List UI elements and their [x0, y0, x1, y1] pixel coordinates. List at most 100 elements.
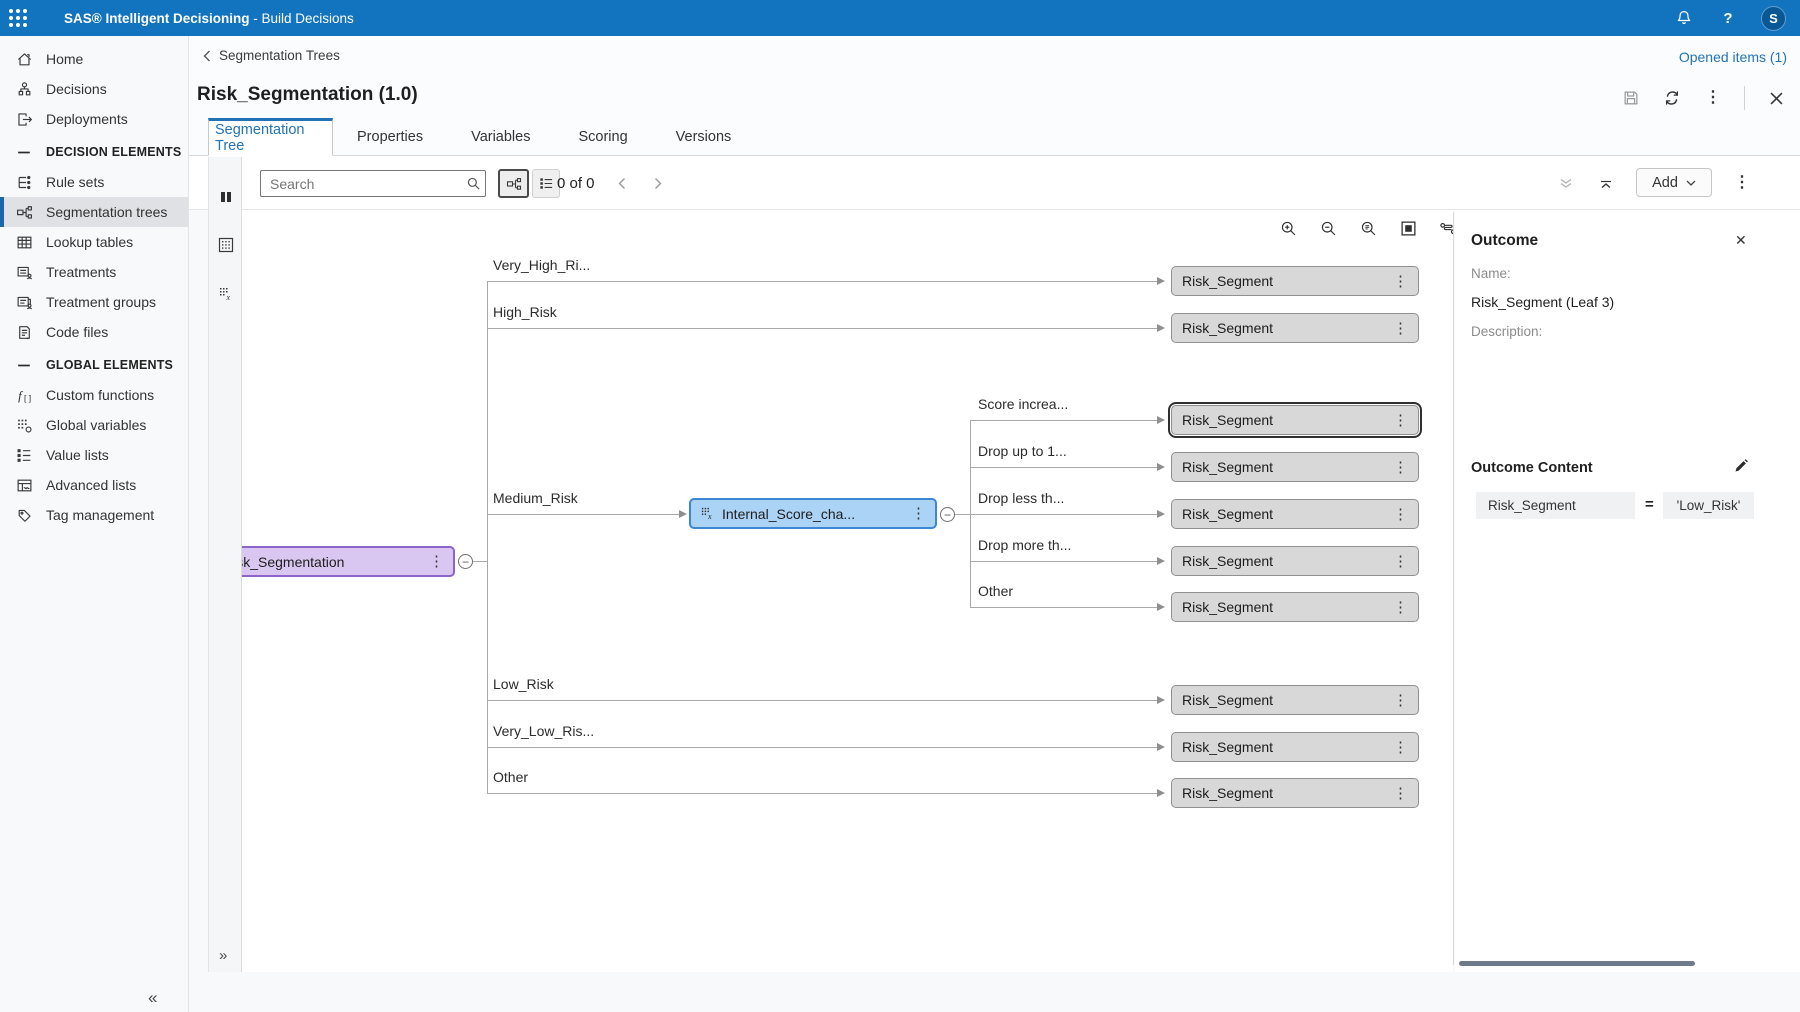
node-kebab-icon[interactable]: ⋮ [1393, 507, 1408, 522]
leaf-node[interactable]: Risk_Segment ⋮ [1171, 592, 1419, 622]
previous-match-icon[interactable] [612, 173, 632, 193]
branch-label[interactable]: Very_Low_Ris... [493, 723, 594, 739]
branch-label[interactable]: Other [978, 583, 1013, 599]
tab-versions[interactable]: Versions [652, 118, 756, 156]
branch-line [970, 514, 1157, 515]
opened-items-link[interactable]: Opened items (1) [1679, 49, 1787, 65]
outcome-variable-field[interactable]: Risk_Segment [1476, 492, 1635, 519]
leaf-node[interactable]: Risk_Segment ⋮ [1171, 266, 1419, 296]
user-avatar[interactable]: S [1761, 6, 1786, 31]
leaf-node[interactable]: Risk_Segment ⋮ [1171, 732, 1419, 762]
data-grid-panel-icon[interactable] [217, 236, 235, 254]
node-kebab-icon[interactable]: ⋮ [1393, 600, 1408, 615]
sidebar-item-decisions[interactable]: Decisions [0, 74, 188, 104]
sidebar-item-tag-management[interactable]: Tag management [0, 500, 188, 530]
code-files-icon [15, 323, 33, 341]
app-context: - Build Decisions [253, 11, 354, 26]
panels-toggle-icon[interactable] [217, 188, 235, 206]
node-kebab-icon[interactable]: ⋮ [1393, 460, 1408, 475]
sidebar-item-treatments[interactable]: Treatments [0, 257, 188, 287]
refresh-icon[interactable] [1662, 88, 1682, 108]
sidebar-item-deployments[interactable]: Deployments [0, 104, 188, 134]
sidebar-item-treatment-groups[interactable]: Treatment groups [0, 287, 188, 317]
sidebar-item-advanced-lists[interactable]: Advanced lists [0, 470, 188, 500]
node-kebab-icon[interactable]: ⋮ [1393, 321, 1408, 336]
outcome-value-field[interactable]: 'Low_Risk' [1663, 492, 1754, 519]
leaf-node[interactable]: Risk_Segment ⋮ [1171, 452, 1419, 482]
breadcrumb[interactable]: Segmentation Trees [203, 48, 340, 63]
node-kebab-icon[interactable]: ⋮ [1393, 274, 1408, 289]
node-kebab-icon[interactable]: ⋮ [1393, 554, 1408, 569]
toolbar-kebab-icon[interactable]: ⋮ [1732, 173, 1752, 193]
svg-text:x: x [226, 293, 231, 302]
sidebar-item-label: Rule sets [46, 174, 104, 190]
clear-filter-icon[interactable] [1556, 173, 1576, 193]
variables-panel-icon[interactable]: x [217, 285, 235, 303]
leaf-node-selected[interactable]: Risk_Segment ⋮ [1171, 405, 1419, 435]
tab-scoring[interactable]: Scoring [554, 118, 651, 156]
close-item-icon[interactable] [1766, 88, 1786, 108]
search-input[interactable] [261, 176, 461, 192]
tree-view-toggle[interactable] [498, 169, 529, 198]
node-kebab-icon[interactable]: ⋮ [911, 506, 926, 521]
leaf-node[interactable]: Risk_Segment ⋮ [1171, 778, 1419, 808]
collapse-all-icon[interactable] [1596, 173, 1616, 193]
branch-label[interactable]: Drop up to 1... [978, 443, 1067, 459]
root-node[interactable]: Risk_Segmentation ⋮ [242, 546, 455, 577]
sidebar-item-custom-functions[interactable]: f [ ] Custom functions [0, 380, 188, 410]
sidebar-item-global-variables[interactable]: Global variables [0, 410, 188, 440]
tab-segmentation-tree[interactable]: Segmentation Tree [208, 118, 333, 156]
collapse-node-button[interactable]: − [458, 554, 473, 569]
edit-pencil-icon[interactable] [1733, 458, 1749, 474]
fit-to-window-icon[interactable] [1398, 218, 1418, 238]
notifications-bell-icon[interactable] [1673, 7, 1695, 29]
help-icon[interactable]: ? [1717, 7, 1739, 29]
leaf-node[interactable]: Risk_Segment ⋮ [1171, 546, 1419, 576]
zoom-reset-icon[interactable] [1358, 218, 1378, 238]
zoom-out-icon[interactable] [1318, 218, 1338, 238]
panel-close-icon[interactable]: ✕ [1735, 232, 1747, 249]
sidebar-item-lookup-tables[interactable]: Lookup tables [0, 227, 188, 257]
node-kebab-icon[interactable]: ⋮ [1393, 693, 1408, 708]
branch-label[interactable]: Other [493, 769, 528, 785]
horizontal-scrollbar[interactable] [1459, 961, 1695, 966]
node-kebab-icon[interactable]: ⋮ [429, 554, 444, 569]
internal-score-node[interactable]: x Internal_Score_cha... ⋮ [689, 498, 937, 529]
zoom-in-icon[interactable] [1278, 218, 1298, 238]
add-button[interactable]: Add [1636, 168, 1712, 197]
branch-label[interactable]: High_Risk [493, 304, 557, 320]
sidebar-item-segmentation-trees[interactable]: Segmentation trees [0, 197, 188, 227]
branch-label[interactable]: Drop more th... [978, 537, 1071, 553]
node-kebab-icon[interactable]: ⋮ [1393, 786, 1408, 801]
leaf-node[interactable]: Risk_Segment ⋮ [1171, 499, 1419, 529]
arrowhead [1157, 743, 1165, 751]
expand-panel-button[interactable]: » [219, 947, 227, 964]
tab-properties[interactable]: Properties [333, 118, 447, 156]
more-options-kebab-icon[interactable]: ⋮ [1703, 88, 1723, 108]
search-icon[interactable] [461, 176, 485, 191]
tab-variables[interactable]: Variables [447, 118, 554, 156]
list-view-toggle[interactable] [532, 169, 560, 198]
sidebar-collapse-button[interactable]: « [148, 988, 157, 1008]
sidebar-item-home[interactable]: Home [0, 44, 188, 74]
branch-label[interactable]: Medium_Risk [493, 490, 578, 506]
apps-grid-icon[interactable] [0, 0, 36, 36]
branch-label[interactable]: Low_Risk [493, 676, 554, 692]
sidebar-item-label: Custom functions [46, 387, 154, 403]
branch-label[interactable]: Very_High_Ri... [493, 257, 590, 273]
connector-routing-icon[interactable] [1438, 218, 1453, 238]
sidebar-item-rule-sets[interactable]: Rule sets [0, 167, 188, 197]
node-kebab-icon[interactable]: ⋮ [1393, 740, 1408, 755]
tree-canvas[interactable]: Risk_Segmentation ⋮ − Very_High_Ri... Hi… [242, 210, 1453, 972]
leaf-node[interactable]: Risk_Segment ⋮ [1171, 313, 1419, 343]
sidebar-item-code-files[interactable]: Code files [0, 317, 188, 347]
branch-label[interactable]: Score increa... [978, 396, 1068, 412]
node-kebab-icon[interactable]: ⋮ [1393, 413, 1408, 428]
save-icon[interactable] [1621, 88, 1641, 108]
sidebar-item-value-lists[interactable]: Value lists [0, 440, 188, 470]
branch-label[interactable]: Drop less th... [978, 490, 1064, 506]
next-match-icon[interactable] [648, 173, 668, 193]
name-label: Name: [1471, 266, 1511, 281]
leaf-node[interactable]: Risk_Segment ⋮ [1171, 685, 1419, 715]
collapse-node-button[interactable]: − [940, 507, 955, 522]
